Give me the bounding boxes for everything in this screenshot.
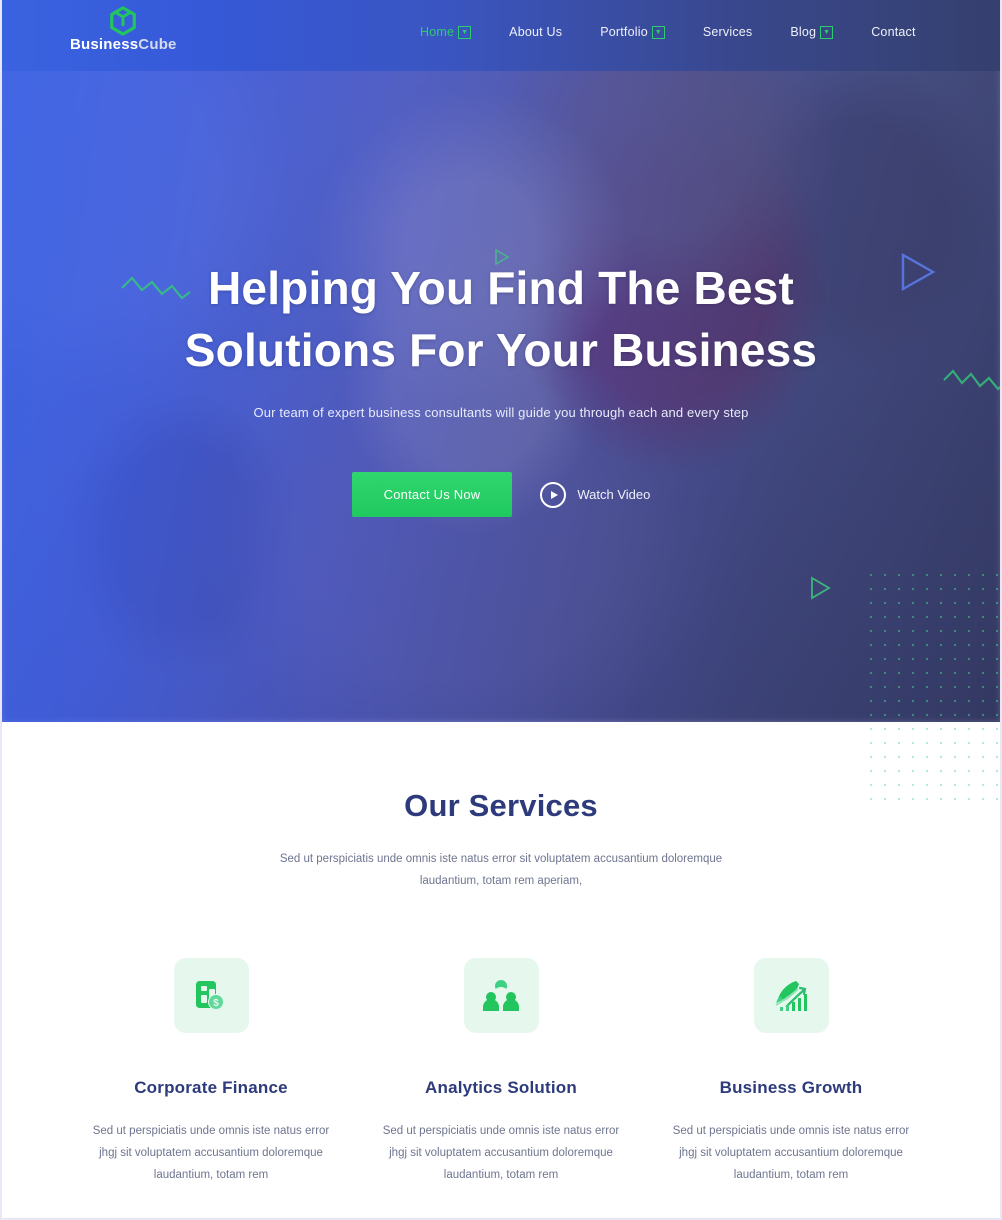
brand-name-part-2: Cube <box>138 36 177 53</box>
service-card-text-line-1: Sed ut perspiciatis unde omnis iste natu… <box>92 1125 302 1137</box>
nav-item-portfolio[interactable]: Portfolio ▼ <box>600 25 665 39</box>
service-card-corporate-finance[interactable]: $ Corporate Finance Sed ut perspiciatis … <box>66 958 356 1186</box>
watch-video-label: Watch Video <box>577 487 651 502</box>
nav-item-home[interactable]: Home ▼ <box>420 25 472 39</box>
site-header: BusinessCube Home ▼ About Us Portfolio ▼… <box>2 0 1000 71</box>
finance-document-dollar-icon: $ <box>173 958 249 1033</box>
play-circle-icon <box>540 481 567 508</box>
hero-title-line-2: Solutions For Your Business <box>184 324 818 376</box>
nav-item-home-label: Home <box>420 25 455 39</box>
hero-actions: Contact Us Now Watch Video <box>351 472 651 517</box>
nav-item-blog[interactable]: Blog ▼ <box>790 25 834 39</box>
service-card-business-growth[interactable]: Business Growth Sed ut perspiciatis unde… <box>646 958 936 1186</box>
service-card-text-line-1: Sed ut perspiciatis unde omnis iste natu… <box>382 1125 592 1137</box>
hero-subtitle: Our team of expert business consultants … <box>253 405 749 420</box>
landing-page: Helping You Find The Best Solutions For … <box>0 0 1002 1220</box>
nav-item-services-label: Services <box>702 25 753 39</box>
nav-item-contact-label: Contact <box>871 25 916 39</box>
service-card-text: Sed ut perspiciatis unde omnis iste natu… <box>374 1120 629 1186</box>
rocket-growth-chart-icon <box>753 958 829 1033</box>
service-card-title: Business Growth <box>719 1078 863 1097</box>
nav-item-services[interactable]: Services <box>703 25 753 39</box>
chevron-down-icon[interactable]: ▼ <box>820 25 834 39</box>
hero-title-line-1: Helping You Find The Best <box>208 262 794 314</box>
hero-title: Helping You Find The Best Solutions For … <box>121 257 881 381</box>
brand-logo[interactable]: BusinessCube <box>70 6 177 52</box>
service-card-text: Sed ut perspiciatis unde omnis iste natu… <box>664 1120 919 1186</box>
chevron-down-icon[interactable]: ▼ <box>458 25 472 39</box>
nav-item-blog-label: Blog <box>790 25 817 39</box>
cube-icon <box>110 6 137 36</box>
brand-name: BusinessCube <box>70 37 177 52</box>
service-card-title: Analytics Solution <box>425 1078 577 1097</box>
svg-text:$: $ <box>213 998 219 1009</box>
nav-item-contact[interactable]: Contact <box>871 25 915 39</box>
service-card-text-line-1: Sed ut perspiciatis unde omnis iste natu… <box>672 1125 882 1137</box>
service-card-title: Corporate Finance <box>134 1078 288 1097</box>
hero-section: Helping You Find The Best Solutions For … <box>2 0 1000 722</box>
nav-item-portfolio-label: Portfolio <box>600 25 648 39</box>
service-card-text: Sed ut perspiciatis unde omnis iste natu… <box>84 1120 339 1186</box>
service-cards-list: $ Corporate Finance Sed ut perspiciatis … <box>2 958 1000 1186</box>
services-section: Our Services Sed ut perspiciatis unde om… <box>2 722 1000 1218</box>
nav-item-about-us-label: About Us <box>509 25 563 39</box>
brand-name-part-1: Business <box>70 36 139 53</box>
dot-grid-pattern-services <box>864 722 1000 804</box>
people-group-icon <box>463 958 539 1033</box>
nav-item-about-us[interactable]: About Us <box>509 25 562 39</box>
services-subtitle: Sed ut perspiciatis unde omnis iste natu… <box>276 848 726 892</box>
watch-video-link[interactable]: Watch Video <box>540 481 651 508</box>
contact-us-now-button[interactable]: Contact Us Now <box>351 472 513 517</box>
services-title: Our Services <box>404 788 598 823</box>
service-card-analytics-solution[interactable]: Analytics Solution Sed ut perspiciatis u… <box>356 958 646 1186</box>
main-navigation: Home ▼ About Us Portfolio ▼ Services Blo… <box>420 25 916 39</box>
chevron-down-icon[interactable]: ▼ <box>651 25 665 39</box>
services-subtitle-line-1: Sed ut perspiciatis unde omnis iste natu… <box>279 853 659 865</box>
